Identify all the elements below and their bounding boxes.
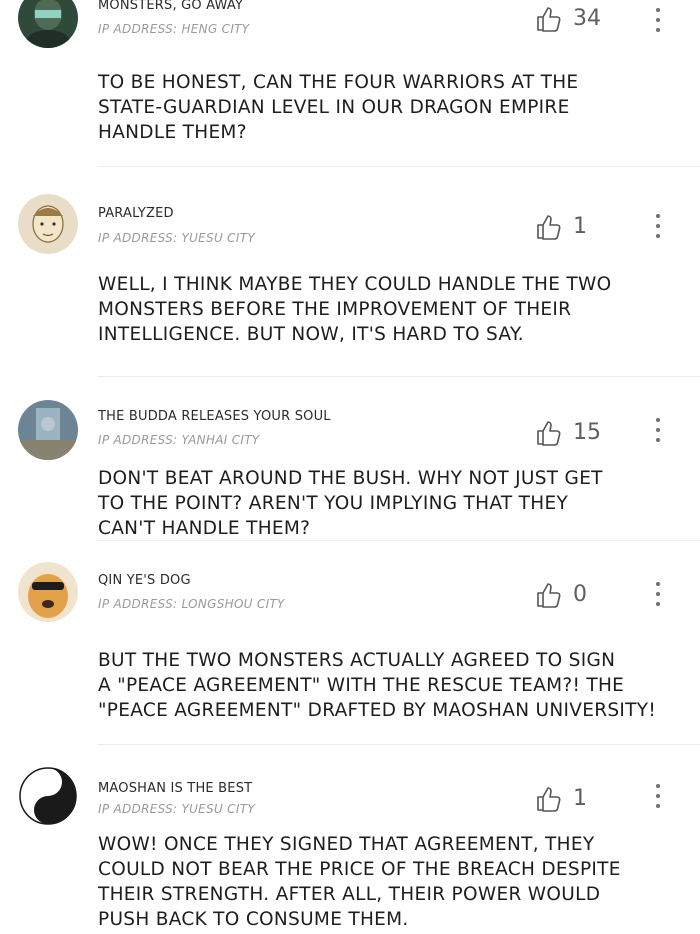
comment-text: TO BE HONEST, CAN THE FOUR WARRIORS AT T… — [98, 72, 579, 143]
divider — [98, 744, 700, 745]
ip-address: IP ADDRESS: YUESU CITY — [98, 802, 255, 816]
more-options-button[interactable] — [646, 208, 670, 244]
yin-yang-avatar-icon — [18, 766, 78, 826]
like-button[interactable]: 1 — [534, 784, 587, 814]
thumbs-up-icon — [537, 421, 561, 446]
like-button[interactable]: 0 — [534, 580, 587, 610]
more-options-button[interactable] — [646, 576, 670, 612]
more-options-button[interactable] — [646, 412, 670, 448]
ip-address: IP ADDRESS: YANHAI CITY — [98, 433, 260, 447]
like-button[interactable]: 1 — [534, 212, 587, 242]
dog-sunglasses-avatar-icon — [18, 562, 78, 622]
blurred-photo-avatar-icon — [18, 400, 78, 460]
username[interactable]: THE BUDDA RELEASES YOUR SOUL — [98, 409, 331, 424]
avatar[interactable] — [18, 562, 78, 622]
thumbs-up-icon — [537, 7, 561, 32]
divider — [98, 376, 700, 377]
masked-figure-avatar-icon — [18, 0, 78, 48]
like-count: 15 — [573, 420, 601, 445]
username[interactable]: MONSTERS, GO AWAY — [98, 0, 243, 13]
comment-text: DON'T BEAT AROUND THE BUSH. WHY NOT JUST… — [98, 468, 603, 539]
like-count: 1 — [573, 214, 587, 239]
comment-text: BUT THE TWO MONSTERS ACTUALLY AGREED TO … — [98, 650, 657, 721]
comment-item: MONSTERS, GO AWAY IP ADDRESS: HENG CITY … — [0, 0, 700, 168]
ip-address: IP ADDRESS: LONGSHOU CITY — [98, 597, 285, 611]
username[interactable]: MAOSHAN IS THE BEST — [98, 781, 252, 796]
like-button[interactable]: 34 — [534, 4, 601, 34]
comment-text: WELL, I THINK MAYBE THEY COULD HANDLE TH… — [98, 274, 612, 345]
username[interactable]: QIN YE'S DOG — [98, 573, 191, 588]
comment-text: WOW! ONCE THEY SIGNED THAT AGREEMENT, TH… — [98, 834, 621, 930]
like-button[interactable]: 15 — [534, 418, 601, 448]
avatar[interactable] — [18, 400, 78, 460]
thumbs-up-icon — [537, 215, 561, 240]
avatar[interactable] — [18, 0, 78, 48]
ip-address: IP ADDRESS: YUESU CITY — [98, 231, 255, 245]
more-options-button[interactable] — [646, 2, 670, 38]
thumbs-up-icon — [537, 787, 561, 812]
username[interactable]: PARALYZED — [98, 206, 174, 221]
comment-feed: MONSTERS, GO AWAY IP ADDRESS: HENG CITY … — [0, 0, 700, 934]
like-count: 34 — [573, 6, 601, 31]
like-count: 1 — [573, 786, 587, 811]
sketch-face-avatar-icon — [18, 194, 78, 254]
more-options-button[interactable] — [646, 778, 670, 814]
thumbs-up-icon — [537, 583, 561, 608]
avatar[interactable] — [18, 194, 78, 254]
avatar[interactable] — [18, 766, 78, 826]
divider — [98, 166, 700, 167]
divider — [98, 540, 700, 541]
like-count: 0 — [573, 582, 587, 607]
ip-address: IP ADDRESS: HENG CITY — [98, 22, 250, 36]
